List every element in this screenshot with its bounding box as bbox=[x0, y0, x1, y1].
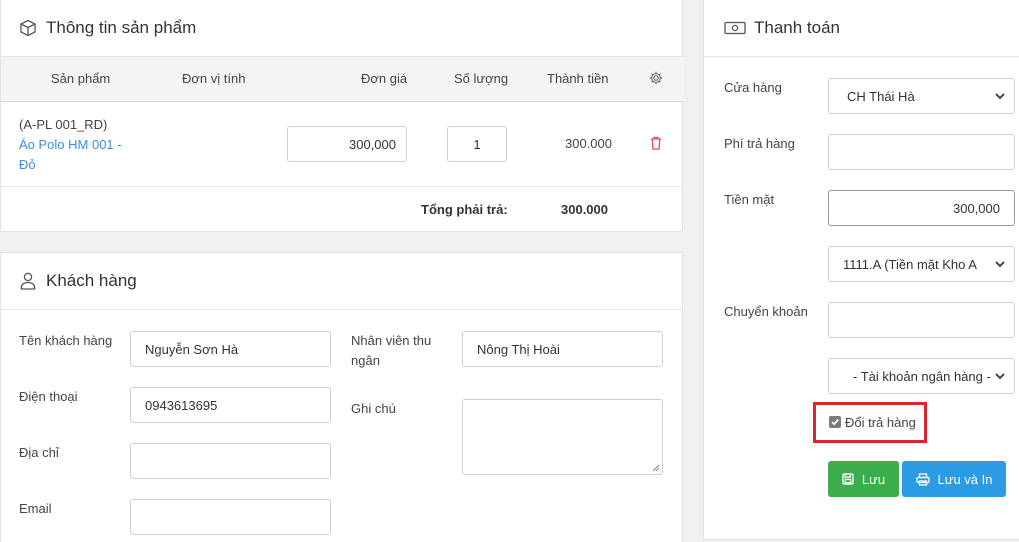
resize-handle-icon[interactable] bbox=[652, 464, 660, 472]
return-fee-label: Phí trả hàng bbox=[724, 136, 795, 151]
cash-label: Tiền mặt bbox=[724, 192, 775, 207]
transfer-input[interactable] bbox=[828, 302, 1015, 338]
price-input[interactable]: 300,000 bbox=[287, 126, 407, 162]
note-label: Ghi chú bbox=[351, 401, 396, 416]
bank-account-select[interactable]: - Tài khoản ngân hàng - bbox=[828, 358, 1015, 394]
product-card: Thông tin sản phẩm Sản phẩm Đơn vị tính … bbox=[0, 0, 684, 232]
table-row: (A-PL 001_RD) Áo Polo HM 001 - Đỏ 300,00… bbox=[1, 102, 684, 187]
col-price: Đơn giá bbox=[361, 71, 408, 86]
save-print-button-label: Lưu và In bbox=[937, 471, 993, 487]
email-label: Email bbox=[19, 501, 52, 516]
col-qty: Số lượng bbox=[454, 71, 509, 86]
exchange-label[interactable]: Đổi trả hàng bbox=[845, 413, 916, 433]
cash-icon bbox=[724, 18, 746, 38]
save-button-label: Lưu bbox=[861, 471, 886, 487]
cashier-input[interactable]: Nông Thị Hoài bbox=[462, 331, 663, 367]
checkbox-checked-icon bbox=[831, 419, 839, 426]
col-unit: Đơn vị tính bbox=[182, 71, 246, 86]
box-icon bbox=[18, 18, 38, 38]
note-textarea[interactable] bbox=[462, 399, 663, 475]
total-value: 300.000 bbox=[561, 202, 608, 217]
product-name-link[interactable]: Áo Polo HM 001 - bbox=[19, 135, 122, 155]
cash-account-value: 1111.A (Tiền mặt Kho A bbox=[843, 256, 977, 272]
customer-name-input[interactable]: Nguyễn Sơn Hà bbox=[130, 331, 331, 367]
phone-label: Điện thoại bbox=[19, 389, 78, 404]
store-label: Cửa hàng bbox=[724, 80, 782, 95]
transfer-label: Chuyển khoản bbox=[724, 304, 808, 319]
quantity-input[interactable]: 1 bbox=[447, 126, 507, 162]
print-icon bbox=[915, 472, 930, 486]
address-label: Địa chỉ bbox=[19, 445, 59, 460]
product-card-header: Thông tin sản phẩm bbox=[1, 0, 682, 57]
product-table-header: Sản phẩm Đơn vị tính Đơn giá Số lượng Th… bbox=[1, 57, 684, 102]
chevron-down-icon bbox=[995, 93, 1005, 100]
return-fee-input[interactable] bbox=[828, 134, 1015, 170]
col-product: Sản phẩm bbox=[51, 71, 111, 86]
store-select-value: CH Thái Hà bbox=[847, 88, 915, 104]
customer-card: Khách hàng Tên khách hàng Nguyễn Sơn Hà … bbox=[0, 252, 683, 542]
product-name-link-cont[interactable]: Đỏ bbox=[19, 155, 36, 175]
cash-account-select[interactable]: 1111.A (Tiền mặt Kho A bbox=[828, 246, 1015, 282]
customer-name-label: Tên khách hàng bbox=[19, 333, 113, 348]
product-card-title: Thông tin sản phẩm bbox=[46, 18, 197, 37]
cash-input[interactable]: 300,000 bbox=[828, 190, 1015, 226]
cashier-label-cont: ngân bbox=[351, 353, 380, 368]
save-button[interactable]: Lưu bbox=[828, 461, 899, 497]
chevron-down-icon bbox=[995, 261, 1005, 268]
payment-card-title: Thanh toán bbox=[754, 18, 841, 37]
customer-card-title: Khách hàng bbox=[46, 271, 137, 290]
payment-card: Thanh toán Cửa hàng CH Thái Hà Phí trả h… bbox=[703, 0, 1019, 540]
bank-account-value: - Tài khoản ngân hàng - bbox=[853, 368, 991, 384]
exchange-checkbox[interactable] bbox=[829, 416, 841, 428]
user-icon bbox=[18, 271, 38, 291]
product-code: (A-PL 001_RD) bbox=[19, 117, 108, 132]
row-total: 300.000 bbox=[565, 136, 612, 151]
trash-icon[interactable] bbox=[650, 136, 662, 153]
store-select[interactable]: CH Thái Hà bbox=[828, 78, 1015, 114]
gear-icon[interactable] bbox=[649, 71, 663, 88]
payment-card-header: Thanh toán bbox=[704, 0, 1019, 57]
chevron-down-icon bbox=[995, 373, 1005, 380]
phone-input[interactable]: 0943613695 bbox=[130, 387, 331, 423]
address-input[interactable] bbox=[130, 443, 331, 479]
email-input[interactable] bbox=[130, 499, 331, 535]
save-icon bbox=[842, 473, 854, 485]
cashier-label: Nhân viên thu bbox=[351, 333, 432, 348]
save-print-button[interactable]: Lưu và In bbox=[902, 461, 1006, 497]
col-total: Thành tiền bbox=[547, 71, 609, 86]
customer-card-header: Khách hàng bbox=[1, 253, 682, 310]
total-label: Tổng phải trả: bbox=[421, 202, 508, 217]
